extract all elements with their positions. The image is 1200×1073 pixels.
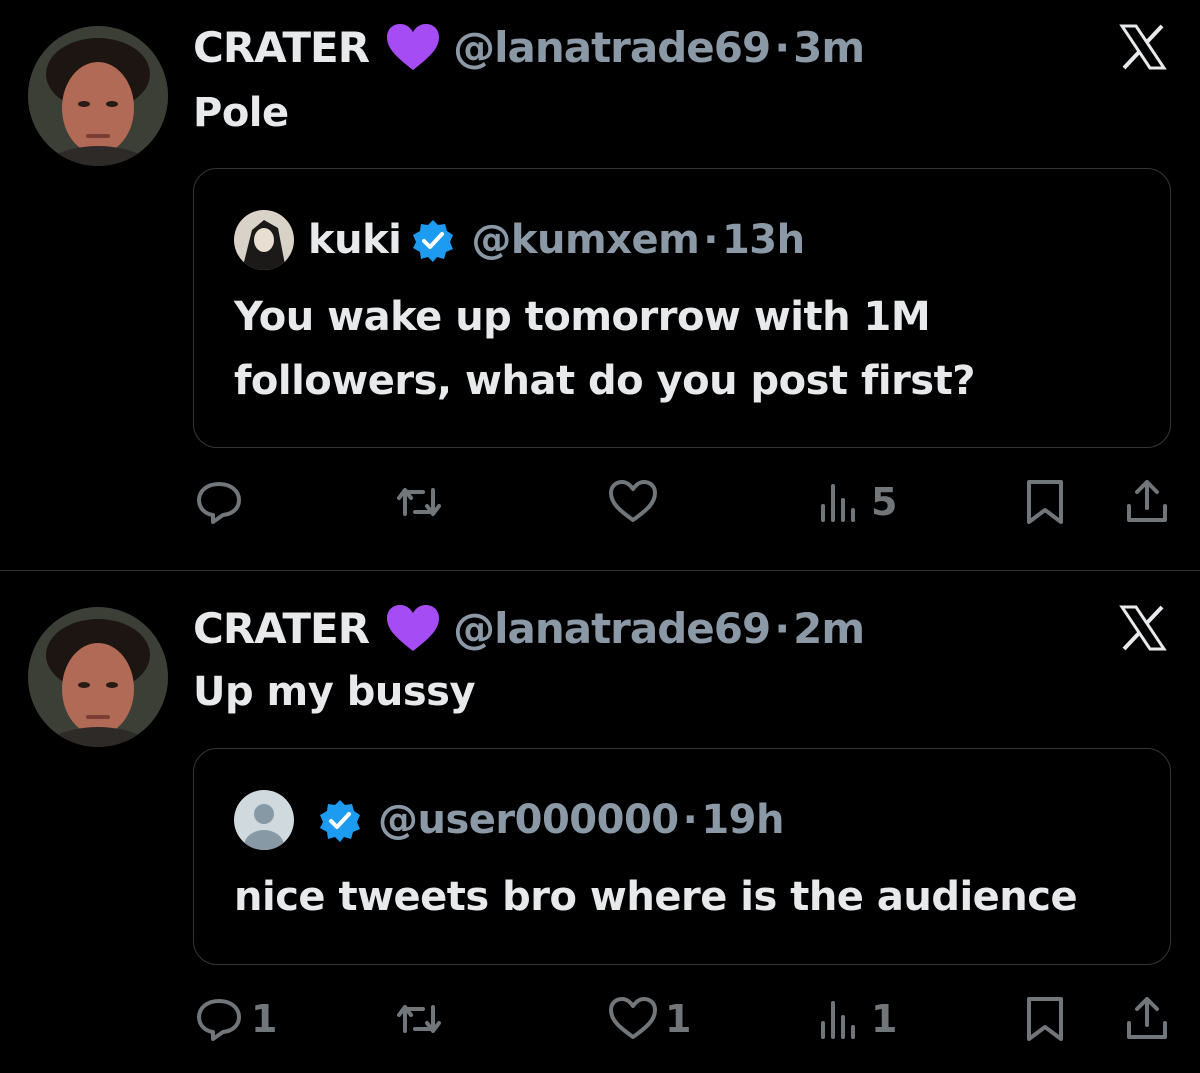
retweet-icon	[397, 488, 441, 516]
bookmark-icon	[1027, 480, 1063, 524]
tweet-text: Pole	[193, 90, 289, 136]
retweet-button[interactable]	[393, 989, 451, 1049]
author-handle[interactable]: @lanatrade69	[453, 604, 771, 653]
tweet-time[interactable]: 2m	[793, 604, 865, 653]
like-button[interactable]: 1	[607, 989, 691, 1049]
quoted-tweet-header: kuki @kumxem · 13h	[234, 209, 805, 271]
quoted-tweet[interactable]: kuki @kumxem · 13h You wake up tomorrow …	[193, 168, 1171, 448]
author-avatar[interactable]	[28, 26, 168, 166]
reply-icon	[197, 482, 241, 524]
separator-dot: ·	[682, 797, 698, 843]
purple-heart-icon	[387, 605, 440, 651]
quoted-author-handle[interactable]: @user000000	[378, 797, 679, 843]
quoted-author-avatar[interactable]	[234, 210, 294, 270]
tweet-text: Up my bussy	[193, 669, 476, 715]
share-button[interactable]	[1121, 472, 1173, 532]
views-button[interactable]: 5	[813, 472, 897, 532]
author-name[interactable]: CRATER	[193, 23, 370, 72]
views-icon	[821, 1001, 855, 1039]
separator-dot: ·	[703, 217, 718, 263]
verified-badge-icon	[320, 800, 360, 842]
heart-icon	[609, 997, 657, 1039]
share-icon	[1127, 997, 1167, 1039]
tweet-header: CRATER @lanatrade69 · 2m	[193, 603, 865, 653]
tweet-actions: 5	[193, 472, 1173, 532]
quoted-tweet[interactable]: @user000000 · 19h nice tweets bro where …	[193, 748, 1171, 965]
views-count: 5	[871, 480, 898, 524]
quoted-author-name[interactable]: kuki	[308, 217, 402, 263]
views-count: 1	[871, 997, 898, 1041]
quoted-tweet-line: nice tweets bro where is the audience	[234, 874, 1078, 920]
x-logo-icon[interactable]	[1118, 22, 1168, 72]
quoted-tweet-header: @user000000 · 19h	[234, 789, 784, 851]
views-button[interactable]: 1	[813, 989, 897, 1049]
quoted-tweet-text: You wake up tomorrow with 1M followers, …	[234, 285, 975, 413]
separator-dot: ·	[774, 22, 790, 72]
tweet-actions: 1 1 1	[193, 989, 1173, 1049]
quoted-tweet-line: You wake up tomorrow with 1M	[234, 294, 931, 340]
reply-button[interactable]	[193, 472, 251, 532]
heart-icon	[609, 480, 657, 522]
tweet-2[interactable]: CRATER @lanatrade69 · 2m Up my bussy @us…	[0, 571, 1200, 1073]
bookmark-button[interactable]	[1019, 472, 1071, 532]
author-name[interactable]: CRATER	[193, 604, 370, 653]
verified-badge-icon	[413, 220, 454, 262]
separator-dot: ·	[774, 603, 790, 653]
quoted-tweet-time[interactable]: 13h	[722, 217, 805, 263]
like-button[interactable]	[607, 472, 665, 532]
quoted-tweet-time[interactable]: 19h	[701, 797, 784, 843]
views-icon	[821, 484, 855, 522]
purple-heart-icon	[387, 24, 440, 70]
reply-icon	[197, 999, 241, 1041]
retweet-icon	[397, 1005, 441, 1033]
author-avatar[interactable]	[28, 607, 168, 747]
reply-button[interactable]: 1	[193, 989, 277, 1049]
default-avatar-icon[interactable]	[234, 790, 294, 850]
tweet-header: CRATER @lanatrade69 · 3m	[193, 22, 865, 72]
quoted-tweet-line: followers, what do you post first?	[234, 358, 975, 404]
author-handle[interactable]: @lanatrade69	[453, 23, 771, 72]
tweet-1[interactable]: CRATER @lanatrade69 · 3m Pole kuki @kumx…	[0, 0, 1200, 571]
bookmark-icon	[1027, 997, 1063, 1041]
share-icon	[1127, 480, 1167, 522]
reply-count: 1	[251, 997, 278, 1041]
share-button[interactable]	[1121, 989, 1173, 1049]
retweet-button[interactable]	[393, 472, 451, 532]
quoted-author-handle[interactable]: @kumxem	[471, 217, 699, 263]
tweet-time[interactable]: 3m	[793, 23, 865, 72]
quoted-tweet-text: nice tweets bro where is the audience	[234, 865, 1078, 929]
bookmark-button[interactable]	[1019, 989, 1071, 1049]
x-logo-icon[interactable]	[1118, 603, 1168, 653]
like-count: 1	[665, 997, 692, 1041]
